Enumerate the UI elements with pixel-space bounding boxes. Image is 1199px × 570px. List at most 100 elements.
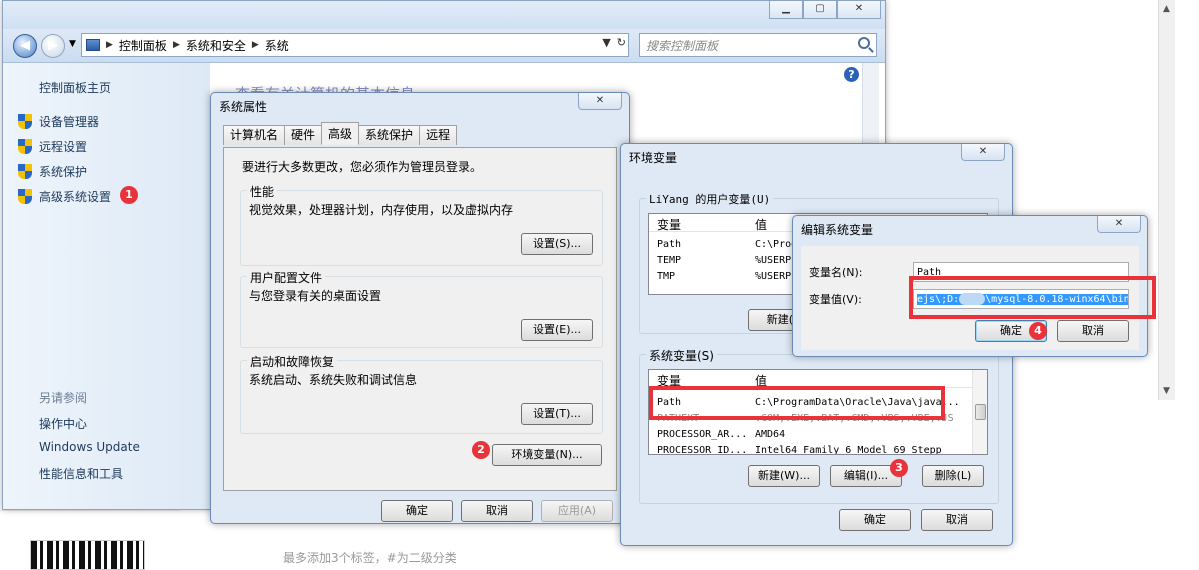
variable-name-label: 变量名(N):	[809, 266, 863, 279]
sidebar-item-label: 远程设置	[39, 140, 88, 154]
tab-system-protection[interactable]: 系统保护	[358, 125, 421, 145]
column-header-variable[interactable]: 变量	[657, 216, 681, 233]
breadcrumb-control-panel[interactable]: 控制面板	[119, 37, 167, 54]
row-name: PROCESSOR_ID...	[657, 445, 748, 455]
close-button[interactable]: ✕	[1097, 216, 1141, 233]
search-input[interactable]: 搜索控制面板	[639, 33, 877, 57]
startup-settings-button[interactable]: 设置(T)...	[521, 403, 593, 425]
scroll-down-icon[interactable]: ▼	[1163, 386, 1170, 396]
variable-value-label: 变量值(V):	[809, 293, 862, 306]
address-bar[interactable]: ▶ 控制面板 ▶ 系统和安全 ▶ 系统 ▼ ↻	[81, 33, 629, 57]
performance-settings-button[interactable]: 设置(S)...	[521, 233, 593, 255]
shield-icon	[17, 163, 33, 180]
system-properties-dialog: 系统属性 ✕ 计算机名 硬件 高级 系统保护 远程 要进行大多数更改，您必须作为…	[210, 92, 630, 524]
user-profile-group: 用户配置文件 与您登录有关的桌面设置 设置(E)...	[240, 269, 603, 348]
startup-recovery-description: 系统启动、系统失败和调试信息	[249, 373, 418, 387]
shield-icon	[17, 138, 33, 155]
tab-bar: 计算机名 硬件 高级 系统保护 远程	[223, 122, 458, 145]
history-dropdown-icon[interactable]: ▼	[69, 39, 76, 49]
see-also-title: 另请参阅	[39, 391, 88, 405]
breadcrumb-chevron-icon[interactable]: ▶	[173, 40, 180, 50]
sidebar-item-label: 系统保护	[39, 165, 88, 179]
admin-note: 要进行大多数更改，您必须作为管理员登录。	[242, 160, 483, 174]
close-button[interactable]: ✕	[837, 1, 881, 19]
edit-system-variable-dialog: 编辑系统变量 ✕ 变量名(N): Path 变量值(V): ejs\;D: \my…	[792, 215, 1156, 357]
tab-computer-name[interactable]: 计算机名	[223, 125, 286, 145]
row-name: TMP	[657, 271, 676, 282]
see-also-performance-tools[interactable]: 性能信息和工具	[39, 465, 123, 482]
see-also-windows-update[interactable]: Windows Update	[39, 440, 140, 454]
sidebar: 控制面板主页 设备管理器 远程设置 系统保护 高级系统设置 1 另请参阅 操作中…	[3, 63, 210, 509]
annotation-badge-2: 2	[472, 441, 490, 459]
control-panel-icon	[86, 39, 100, 51]
advanced-tab-panel: 要进行大多数更改，您必须作为管理员登录。 性能 视觉效果，处理器计划，内存使用，…	[223, 147, 617, 491]
sidebar-item-label: 设备管理器	[39, 115, 100, 129]
annotation-badge-4: 4	[1029, 322, 1047, 340]
row-value: %USERP	[755, 271, 792, 282]
breadcrumb-system-security[interactable]: 系统和安全	[186, 37, 246, 54]
annotation-highlight-value-field	[909, 276, 1156, 319]
sidebar-item-system-protection[interactable]: 系统保护	[17, 163, 87, 180]
tab-hardware[interactable]: 硬件	[284, 125, 323, 145]
startup-recovery-group: 启动和故障恢复 系统启动、系统失败和调试信息 设置(T)...	[240, 353, 603, 434]
row-value: %USERP	[755, 255, 792, 266]
minimize-button[interactable]: ▁	[769, 1, 803, 19]
user-profile-description: 与您登录有关的桌面设置	[249, 289, 382, 303]
close-button[interactable]: ✕	[961, 144, 1005, 161]
scroll-up-icon[interactable]: ▲	[1163, 4, 1170, 14]
list-scrollbar[interactable]	[972, 370, 987, 454]
tab-advanced[interactable]: 高级	[321, 122, 360, 145]
column-header-value[interactable]: 值	[755, 216, 767, 233]
shield-icon	[17, 188, 33, 205]
sidebar-item-label: 高级系统设置	[39, 190, 112, 204]
sidebar-item-remote-settings[interactable]: 远程设置	[17, 138, 87, 155]
cancel-button[interactable]: 取消	[461, 500, 533, 522]
user-profile-group-title: 用户配置文件	[247, 269, 326, 286]
sidebar-item-device-manager[interactable]: 设备管理器	[17, 113, 99, 130]
navigation-bar: ◀ ▶ ▼ ▶ 控制面板 ▶ 系统和安全 ▶ 系统 ▼ ↻ 搜索控制面板	[3, 29, 885, 63]
breadcrumb-chevron-icon[interactable]: ▶	[106, 40, 113, 50]
breadcrumb-system[interactable]: 系统	[265, 37, 289, 54]
annotation-highlight-path-row	[649, 386, 945, 420]
back-icon[interactable]: ◀	[13, 34, 37, 58]
sidebar-home-link[interactable]: 控制面板主页	[39, 79, 111, 96]
see-also-action-center[interactable]: 操作中心	[39, 415, 87, 432]
row-name: TEMP	[657, 255, 682, 266]
sidebar-item-advanced-settings[interactable]: 高级系统设置	[17, 188, 111, 205]
address-dropdown-icon[interactable]: ▼	[602, 36, 610, 49]
system-delete-button[interactable]: 删除(L)	[922, 465, 984, 487]
table-row[interactable]: PROCESSOR_AR... AMD64	[649, 428, 987, 444]
startup-recovery-group-title: 启动和故障恢复	[247, 353, 338, 370]
background-scrollbar[interactable]: ▲ ▼	[1158, 0, 1175, 400]
cancel-button[interactable]: 取消	[1057, 320, 1129, 342]
table-row[interactable]: PROCESSOR_ID... Intel64 Family 6 Model 6…	[649, 444, 987, 455]
row-value: C:\Prog	[755, 239, 798, 250]
refresh-icon[interactable]: ↻	[617, 36, 626, 49]
annotation-badge-1: 1	[120, 186, 138, 204]
maximize-button[interactable]: ▢	[803, 1, 837, 19]
close-button[interactable]: ✕	[578, 93, 622, 110]
tag-hint-text: 最多添加3个标签，#为二级分类	[283, 551, 457, 565]
breadcrumb-chevron-icon[interactable]: ▶	[252, 40, 259, 50]
user-profile-settings-button[interactable]: 设置(E)...	[521, 319, 593, 341]
cancel-button[interactable]: 取消	[921, 509, 993, 531]
system-variables-group-title: 系统变量(S)	[646, 347, 717, 364]
environment-variables-button[interactable]: 环境变量(N)...	[492, 444, 602, 466]
help-icon[interactable]: ?	[844, 67, 859, 82]
apply-button[interactable]: 应用(A)	[541, 500, 613, 522]
ok-button[interactable]: 确定	[839, 509, 911, 531]
forward-icon[interactable]: ▶	[41, 34, 65, 58]
dialog-title: 编辑系统变量	[801, 223, 874, 237]
search-icon[interactable]	[858, 37, 870, 49]
row-name: Path	[657, 239, 682, 250]
window-titlebar[interactable]: ▁ ▢ ✕	[3, 1, 885, 29]
row-name: PROCESSOR_AR...	[657, 429, 748, 440]
dialog-title: 系统属性	[219, 100, 268, 114]
qr-code-image	[30, 540, 145, 570]
tab-remote[interactable]: 远程	[419, 125, 458, 145]
dialog-title: 环境变量	[629, 151, 678, 165]
system-new-button[interactable]: 新建(W)...	[748, 465, 820, 487]
scroll-thumb[interactable]	[975, 404, 986, 420]
performance-description: 视觉效果，处理器计划，内存使用，以及虚拟内存	[249, 203, 514, 217]
ok-button[interactable]: 确定	[381, 500, 453, 522]
